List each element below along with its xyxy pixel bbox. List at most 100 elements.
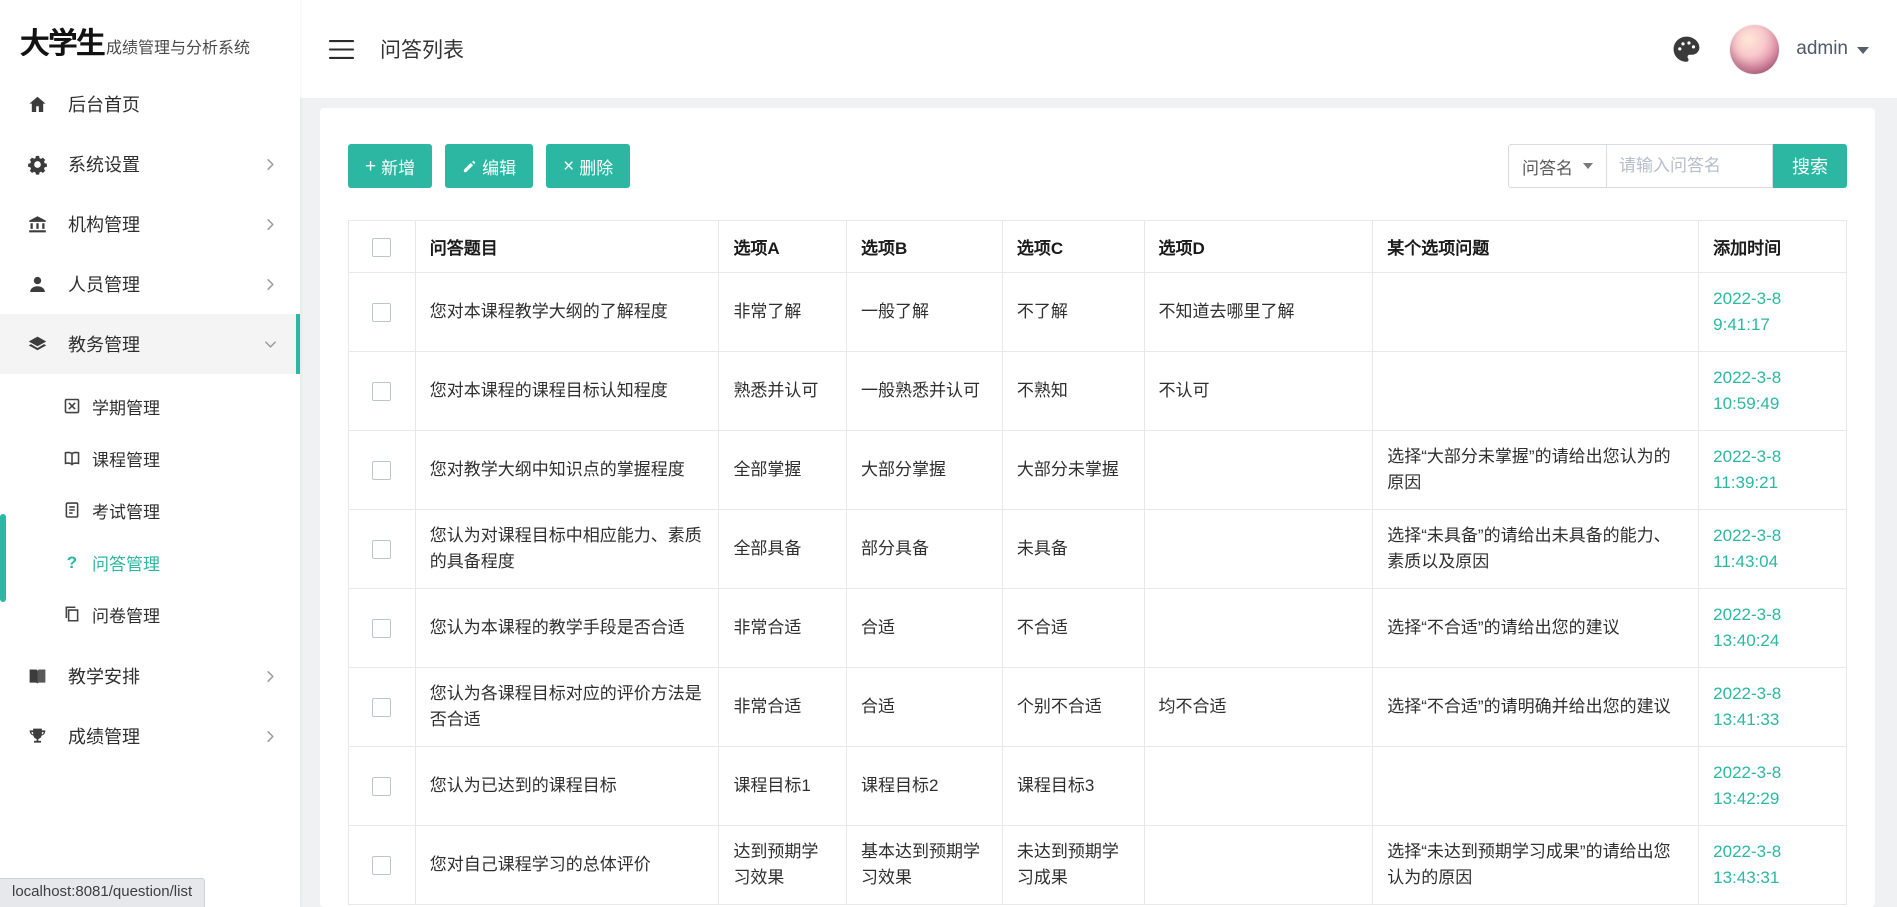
cell-checkbox bbox=[348, 667, 416, 747]
row-checkbox[interactable] bbox=[372, 460, 392, 480]
table-row: 您认为各课程目标对应的评价方法是否合适 非常合适 合适 个别不合适 均不合适 选择“不合适… bbox=[348, 667, 1847, 747]
cell-option-b: 课程目标2 bbox=[845, 746, 1003, 826]
table-body: 您对本课程教学大纲的了解程度 非常了解 一般了解 不了解 不知道去哪里了解 2022-3-… bbox=[348, 272, 1847, 905]
main-area: 问答列表 admin + 新增 编辑 × 删除 问答名 请输入问答名 搜索 问答… bbox=[300, 0, 1897, 907]
user-avatar[interactable] bbox=[1730, 24, 1780, 74]
sidebar-item-grade[interactable]: 成绩管理 bbox=[0, 706, 300, 766]
table-header-row: 问答题目 选项A 选项B 选项C 选项D 某个选项问题 添加时间 bbox=[348, 220, 1847, 273]
page-title: 问答列表 bbox=[380, 39, 464, 62]
cell-extra-question: 选择“未具备”的请给出未具备的能力、素质以及原因 bbox=[1372, 509, 1700, 589]
edit-button[interactable]: 编辑 bbox=[445, 144, 534, 188]
filter-select[interactable]: 问答名 bbox=[1508, 144, 1607, 188]
cell-option-b: 一般了解 bbox=[845, 272, 1003, 352]
search-button[interactable]: 搜索 bbox=[1773, 144, 1847, 188]
button-label: 删除 bbox=[579, 158, 614, 178]
exam-icon bbox=[63, 501, 81, 519]
sidebar-subitem-label: 问卷管理 bbox=[92, 606, 160, 626]
cell-option-c: 不了解 bbox=[1001, 272, 1145, 352]
cell-option-d bbox=[1143, 825, 1374, 905]
table-head: 问答题目 选项A 选项B 选项C 选项D 某个选项问题 添加时间 bbox=[348, 220, 1847, 273]
row-checkbox[interactable] bbox=[372, 381, 392, 401]
cell-question: 您对教学大纲中知识点的掌握程度 bbox=[414, 430, 720, 510]
chevron-right-icon bbox=[263, 337, 278, 352]
topbar: 问答列表 admin bbox=[300, 0, 1897, 98]
delete-button[interactable]: × 删除 bbox=[546, 144, 631, 188]
sidebar-subitem-exam[interactable]: 考试管理 bbox=[0, 484, 300, 536]
cell-option-a: 达到预期学习效果 bbox=[718, 825, 847, 905]
sidebar-subitem-semester[interactable]: 学期管理 bbox=[0, 380, 300, 432]
cell-option-d: 均不合适 bbox=[1143, 667, 1374, 747]
cell-option-d bbox=[1143, 509, 1374, 589]
add-button[interactable]: + 新增 bbox=[348, 144, 433, 188]
search-input[interactable] bbox=[1607, 144, 1773, 188]
submenu-academic: 学期管理课程管理考试管理? 问答管理问卷管理 bbox=[0, 374, 300, 646]
cell-added-time: 2022-3-8 11:39:21 bbox=[1698, 430, 1847, 510]
cell-added-time: 2022-3-8 13:40:24 bbox=[1698, 588, 1847, 668]
cell-option-d: 不认可 bbox=[1143, 351, 1374, 431]
sidebar-item-label: 后台首页 bbox=[68, 95, 140, 115]
plus-icon: + bbox=[365, 155, 377, 177]
column-header: 某个选项问题 bbox=[1372, 220, 1700, 273]
cell-added-time: 2022-3-8 13:42:29 bbox=[1698, 746, 1847, 826]
cell-option-c: 未具备 bbox=[1001, 509, 1145, 589]
sidebar-subitem-course[interactable]: 课程管理 bbox=[0, 432, 300, 484]
sidebar-subitem-label: 学期管理 bbox=[92, 398, 160, 418]
sidebar-item-home[interactable]: 后台首页 bbox=[0, 74, 300, 134]
user-menu[interactable]: admin bbox=[1796, 38, 1869, 60]
sidebar-subitem-qa[interactable]: ? 问答管理 bbox=[0, 536, 300, 588]
cell-option-b: 大部分掌握 bbox=[845, 430, 1003, 510]
scroll-indicator[interactable] bbox=[0, 514, 6, 602]
cell-option-b: 一般熟悉并认可 bbox=[845, 351, 1003, 431]
sidebar-item-organization[interactable]: 机构管理 bbox=[0, 194, 300, 254]
table-row: 您认为已达到的课程目标 课程目标1 课程目标2 课程目标3 2022-3-8 13:42:… bbox=[348, 746, 1847, 826]
app-logo: 大学生 成绩管理与分析系统 bbox=[0, 0, 300, 64]
user-icon bbox=[27, 274, 48, 295]
app-root: 大学生 成绩管理与分析系统 后台首页系统设置 机构管理人员管理教务管理学期管理课程… bbox=[0, 0, 1897, 907]
select-all-checkbox[interactable] bbox=[372, 237, 392, 257]
theme-palette-icon[interactable] bbox=[1671, 34, 1702, 65]
cell-extra-question: 选择“未达到预期学习成果”的请给出您认为的原因 bbox=[1372, 825, 1700, 905]
sidebar-item-teaching-schedule[interactable]: 教学安排 bbox=[0, 646, 300, 706]
row-checkbox[interactable] bbox=[372, 776, 392, 796]
cell-option-a: 非常了解 bbox=[718, 272, 847, 352]
logo-primary-text: 大学生 bbox=[20, 28, 105, 60]
book-icon bbox=[27, 666, 48, 687]
column-header: 选项A bbox=[718, 220, 847, 273]
cell-checkbox bbox=[348, 509, 416, 589]
row-checkbox[interactable] bbox=[372, 697, 392, 717]
cell-option-a: 非常合适 bbox=[718, 667, 847, 747]
sidebar-item-label: 人员管理 bbox=[68, 275, 140, 295]
content: +新增编辑×删除 问答名 搜索 问答题目选 bbox=[300, 98, 1897, 907]
menu-toggle-icon[interactable] bbox=[328, 39, 355, 60]
filter-select-value: 问答名 bbox=[1522, 158, 1573, 178]
sidebar-subitem-label: 课程管理 bbox=[92, 450, 160, 470]
cell-question: 您认为本课程的教学手段是否合适 bbox=[414, 588, 720, 668]
row-checkbox[interactable] bbox=[372, 855, 392, 875]
cell-added-time: 2022-3-8 13:43:31 bbox=[1698, 825, 1847, 905]
sidebar-item-label: 教务管理 bbox=[68, 335, 140, 355]
sidebar-item-system-settings[interactable]: 系统设置 bbox=[0, 134, 300, 194]
cell-option-c: 未达到预期学习成果 bbox=[1001, 825, 1145, 905]
row-checkbox[interactable] bbox=[372, 302, 392, 322]
table-row: 您认为对课程目标中相应能力、素质的具备程度 全部具备 部分具备 未具备 选择“未具备”的… bbox=[348, 509, 1847, 589]
row-checkbox[interactable] bbox=[372, 539, 392, 559]
chevron-right-icon bbox=[263, 277, 278, 292]
column-header: 问答题目 bbox=[414, 220, 720, 273]
sidebar-subitem-label: 问答管理 bbox=[92, 554, 160, 574]
cell-added-time: 2022-3-8 13:41:33 bbox=[1698, 667, 1847, 747]
sidebar: 大学生 成绩管理与分析系统 后台首页系统设置 机构管理人员管理教务管理学期管理课程… bbox=[0, 0, 300, 907]
qa-table: 问答题目 选项A 选项B 选项C 选项D 某个选项问题 添加时间 您对本课程教学大纲的了解程… bbox=[348, 220, 1847, 905]
column-header: 选项B bbox=[845, 220, 1003, 273]
semester-icon bbox=[63, 397, 81, 415]
cell-option-c: 不熟知 bbox=[1001, 351, 1145, 431]
cell-option-a: 非常合适 bbox=[718, 588, 847, 668]
cell-extra-question bbox=[1372, 272, 1700, 352]
sidebar-item-academic[interactable]: 教务管理 bbox=[0, 314, 300, 374]
row-checkbox[interactable] bbox=[372, 618, 392, 638]
cell-checkbox bbox=[348, 746, 416, 826]
sidebar-item-personnel[interactable]: 人员管理 bbox=[0, 254, 300, 314]
cell-option-c: 课程目标3 bbox=[1001, 746, 1145, 826]
cell-question: 您对本课程的课程目标认知程度 bbox=[414, 351, 720, 431]
caret-down-icon bbox=[1583, 163, 1593, 169]
sidebar-subitem-survey[interactable]: 问卷管理 bbox=[0, 588, 300, 640]
